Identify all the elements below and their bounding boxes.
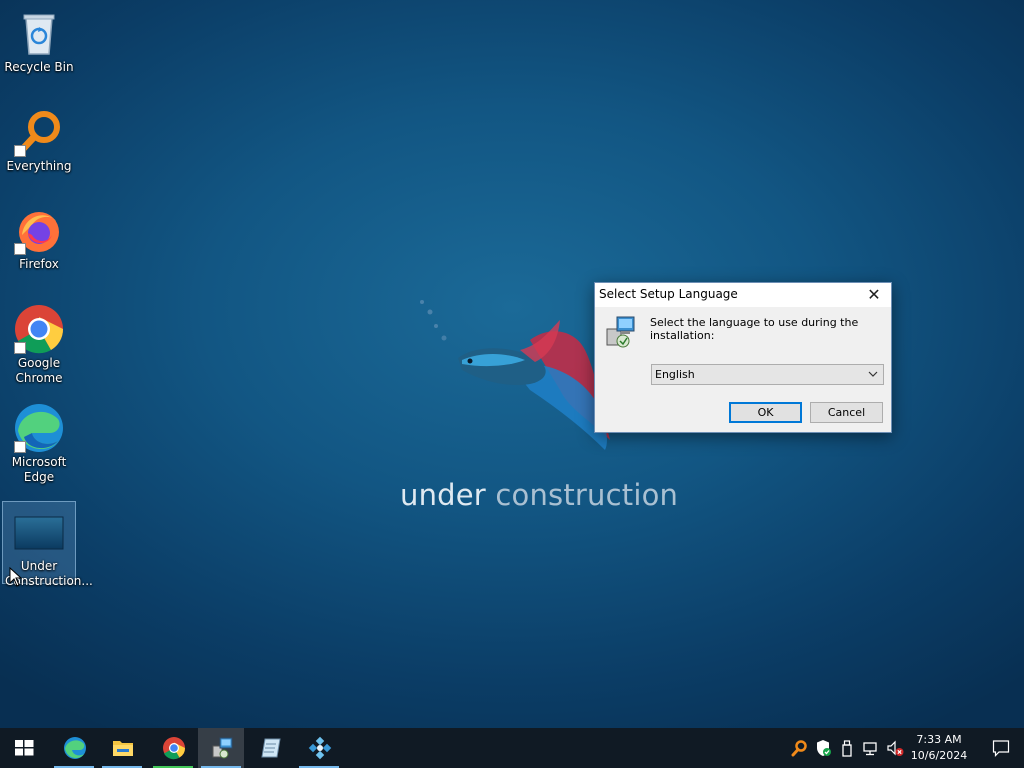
network-icon[interactable] <box>862 739 878 757</box>
desktop-icon-google-chrome[interactable]: Google Chrome <box>2 299 76 385</box>
defender-shield-icon[interactable] <box>815 739 831 757</box>
setup-icon <box>212 737 233 759</box>
recycle-bin-icon <box>23 14 55 55</box>
wallpaper-text: under construction <box>400 478 678 512</box>
dialog-message: Select the language to use during the in… <box>650 316 859 342</box>
desktop-icon-everything[interactable]: Everything <box>2 102 76 186</box>
desktop: under construction Recycle Bin Everythin… <box>0 0 1024 728</box>
clock-date: 10/6/2024 <box>910 749 968 762</box>
notification-center-button[interactable] <box>978 728 1024 768</box>
ok-button[interactable]: OK <box>729 402 802 423</box>
dialog-title: Select Setup Language <box>599 287 738 301</box>
desktop-icon-label: Google Chrome <box>15 356 63 385</box>
file-explorer-icon <box>113 741 133 756</box>
dialog-title-bar[interactable]: Select Setup Language ✕ <box>595 283 891 307</box>
desktop-icon-label: Recycle Bin <box>4 60 74 74</box>
windows-start-icon <box>15 740 34 756</box>
wallpaper-thumbnail-icon <box>14 516 64 550</box>
usb-device-icon[interactable] <box>839 739 855 757</box>
language-select[interactable]: English <box>651 364 884 385</box>
notepad-icon <box>261 738 281 758</box>
desktop-icon-label: Microsoft Edge <box>11 455 67 484</box>
shortcut-arrow-icon <box>14 243 26 255</box>
setup-language-dialog: Select Setup Language ✕ Select the langu… <box>594 282 892 433</box>
start-button[interactable] <box>0 728 46 768</box>
language-select-value: English <box>655 368 695 381</box>
cancel-button[interactable]: Cancel <box>810 402 883 423</box>
shortcut-arrow-icon <box>14 145 26 157</box>
clock[interactable]: 7:33 AM 10/6/2024 <box>908 732 970 764</box>
taskbar-file-explorer-button[interactable] <box>99 728 145 768</box>
taskbar-notepad-button[interactable] <box>247 728 293 768</box>
notification-icon <box>992 740 1010 757</box>
taskbar-app-button[interactable] <box>296 728 342 768</box>
desktop-icon-recycle-bin[interactable]: Recycle Bin <box>2 3 76 87</box>
desktop-icon-firefox[interactable]: Firefox <box>2 200 76 284</box>
taskbar-edge-button[interactable] <box>51 728 97 768</box>
shortcut-arrow-icon <box>14 441 26 453</box>
close-button[interactable]: ✕ <box>857 283 891 307</box>
shortcut-arrow-icon <box>14 342 26 354</box>
chevron-down-icon <box>868 371 878 377</box>
taskbar-chrome-button[interactable] <box>150 728 196 768</box>
wallpaper-word-under: under <box>400 478 486 512</box>
edge-icon <box>64 737 86 759</box>
desktop-icon-microsoft-edge[interactable]: Microsoft Edge <box>2 398 76 484</box>
wallpaper-word-construction: construction <box>495 478 679 512</box>
desktop-icon-label: Firefox <box>19 257 59 271</box>
taskbar: 7:33 AM 10/6/2024 <box>0 728 1024 768</box>
mouse-cursor-icon <box>9 567 23 587</box>
taskbar-setup-button[interactable] <box>198 728 244 768</box>
desktop-icon-label: Everything <box>6 159 72 173</box>
volume-muted-icon[interactable] <box>886 739 904 757</box>
setup-installer-icon <box>606 316 635 348</box>
everything-tray-icon[interactable] <box>791 739 807 757</box>
clock-time: 7:33 AM <box>916 733 962 746</box>
chrome-icon <box>163 737 185 760</box>
app-icon <box>308 736 332 760</box>
